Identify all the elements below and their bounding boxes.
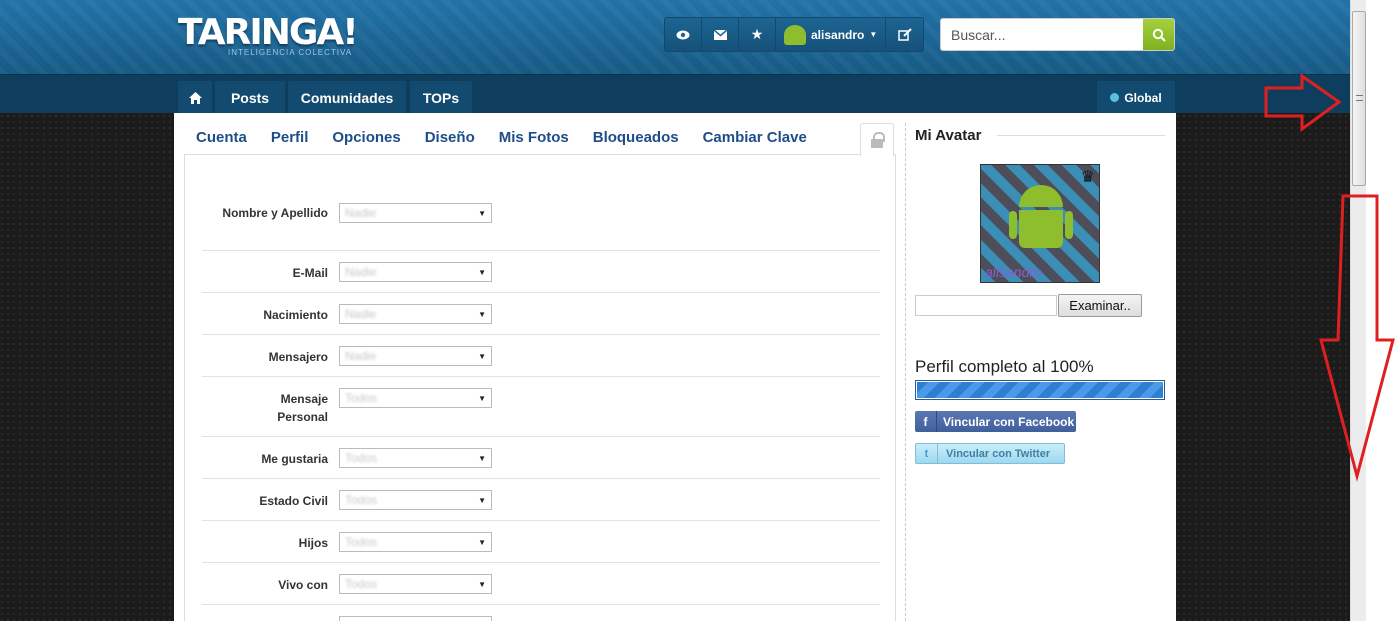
browse-button[interactable]: Examinar.. xyxy=(1058,294,1142,317)
logo-tagline: INTELIGENCIA COLECTIVA xyxy=(228,48,353,57)
twitter-link-button[interactable]: t Vincular con Twitter xyxy=(915,443,1065,464)
avatar-caption: alisandro xyxy=(985,264,1042,280)
search-button[interactable] xyxy=(1143,19,1174,50)
row-label: Mensajero xyxy=(268,350,328,364)
android-icon xyxy=(1009,185,1073,260)
user-menu[interactable]: alisandro ▼ xyxy=(776,18,887,51)
privacy-select[interactable]: Todos ▼ xyxy=(339,448,492,468)
chevron-down-icon: ▼ xyxy=(478,579,486,589)
star-icon[interactable]: ★ xyxy=(739,18,776,51)
progress-fill xyxy=(917,382,1163,398)
row-label: Hijos xyxy=(298,536,328,550)
form-row: Nombre y Apellido Nadie ▼ xyxy=(202,189,880,251)
tab-privacy[interactable] xyxy=(860,123,894,156)
settings-tabs: Cuenta Perfil Opciones Diseño Mis Fotos … xyxy=(184,123,896,155)
user-avatar-image: ♛ alisandro xyxy=(980,164,1100,283)
privacy-select[interactable]: Todos ▼ xyxy=(339,532,492,552)
profile-progress-bar xyxy=(915,380,1165,400)
form-row: Me gustaria Todos ▼ xyxy=(202,437,880,479)
search-input[interactable] xyxy=(941,19,1143,50)
main-content: Cuenta Perfil Opciones Diseño Mis Fotos … xyxy=(174,113,1176,621)
privacy-select[interactable]: Nadie ▼ xyxy=(339,203,492,223)
crown-icon: ♛ xyxy=(1080,169,1095,186)
privacy-select[interactable]: Nadie ▼ xyxy=(339,304,492,324)
row-label: Me gustaria xyxy=(261,452,328,466)
chevron-down-icon: ▼ xyxy=(478,495,486,505)
title-rule xyxy=(997,135,1165,136)
tab-mis-fotos[interactable]: Mis Fotos xyxy=(487,129,581,154)
main-nav: Posts Comunidades TOPs Global xyxy=(0,74,1350,114)
tab-opciones[interactable]: Opciones xyxy=(320,129,412,154)
user-toolbar: ★ alisandro ▼ xyxy=(664,17,925,52)
chevron-down-icon: ▼ xyxy=(478,393,486,403)
nav-tops[interactable]: TOPs xyxy=(410,81,472,114)
tab-cuenta[interactable]: Cuenta xyxy=(184,129,259,154)
row-label: Nacimiento xyxy=(263,308,328,322)
privacy-form: Nombre y Apellido Nadie ▼ E-Mail Nadie ▼ N… xyxy=(184,155,896,621)
privacy-select[interactable]: Todos ▼ xyxy=(339,490,492,510)
form-row: Mensajero Nadie ▼ xyxy=(202,335,880,377)
facebook-button-label: Vincular con Facebook xyxy=(943,414,1075,429)
edit-icon[interactable] xyxy=(886,18,923,51)
search-icon xyxy=(1152,28,1166,42)
nav-global-label: Global xyxy=(1124,90,1162,105)
chevron-down-icon: ▼ xyxy=(478,453,486,463)
nav-comunidades[interactable]: Comunidades xyxy=(288,81,406,114)
form-row: Vivo con Todos ▼ xyxy=(202,563,880,605)
privacy-select[interactable]: Todos ▼ xyxy=(339,388,492,408)
scrollbar[interactable] xyxy=(1350,0,1366,621)
search-box xyxy=(940,18,1175,51)
avatar-file-input[interactable] xyxy=(915,295,1057,316)
sidebar-divider xyxy=(905,123,906,621)
chevron-down-icon: ▼ xyxy=(478,208,486,218)
globe-icon xyxy=(1110,93,1120,102)
lock-icon xyxy=(871,131,885,148)
profile-complete-label: Perfil completo al 100% xyxy=(915,357,1094,376)
avatar xyxy=(784,24,806,45)
sidebar-title: Mi Avatar xyxy=(915,127,982,144)
facebook-icon: f xyxy=(915,411,937,432)
chevron-down-icon: ▼ xyxy=(478,537,486,547)
form-row: Nacimiento Nadie ▼ xyxy=(202,293,880,335)
nav-posts[interactable]: Posts xyxy=(215,81,285,114)
grip-icon xyxy=(1356,95,1363,101)
facebook-link-button[interactable]: f Vincular con Facebook xyxy=(915,411,1076,432)
user-name: alisandro xyxy=(811,27,865,42)
twitter-button-label: Vincular con Twitter xyxy=(946,447,1051,460)
row-label: Vivo con xyxy=(278,578,328,592)
nav-global[interactable]: Global xyxy=(1097,81,1175,114)
mail-icon[interactable] xyxy=(702,18,739,51)
chevron-down-icon: ▼ xyxy=(869,30,878,39)
twitter-icon: t xyxy=(916,444,938,463)
form-row: Mensaje Personal Todos ▼ xyxy=(202,377,880,437)
chevron-down-icon: ▼ xyxy=(478,267,486,277)
tab-perfil[interactable]: Perfil xyxy=(259,129,321,154)
site-header: TARINGA! INTELIGENCIA COLECTIVA ★ alisan… xyxy=(0,0,1350,74)
taringa-logo[interactable]: TARINGA! xyxy=(178,12,359,53)
home-icon[interactable] xyxy=(178,81,212,114)
eye-icon[interactable] xyxy=(665,18,702,51)
chevron-down-icon: ▼ xyxy=(478,351,486,361)
row-label: Mensaje Personal xyxy=(277,392,328,424)
tab-bloqueados[interactable]: Bloqueados xyxy=(581,129,691,154)
chevron-down-icon: ▼ xyxy=(478,309,486,319)
scrollbar-thumb[interactable] xyxy=(1352,11,1366,186)
tab-diseno[interactable]: Diseño xyxy=(413,129,487,154)
row-label: Nombre y Apellido xyxy=(222,206,328,220)
privacy-select[interactable] xyxy=(339,616,492,621)
row-label: E-Mail xyxy=(292,266,328,280)
privacy-select[interactable]: Todos ▼ xyxy=(339,574,492,594)
form-row: E-Mail Nadie ▼ xyxy=(202,251,880,293)
privacy-select[interactable]: Nadie ▼ xyxy=(339,262,492,282)
tab-cambiar-clave[interactable]: Cambiar Clave xyxy=(691,129,819,154)
form-row: Estado Civil Todos ▼ xyxy=(202,479,880,521)
privacy-select[interactable]: Nadie ▼ xyxy=(339,346,492,366)
form-row: Hijos Todos ▼ xyxy=(202,521,880,563)
window-edge xyxy=(1366,0,1400,621)
row-label: Estado Civil xyxy=(259,494,328,508)
